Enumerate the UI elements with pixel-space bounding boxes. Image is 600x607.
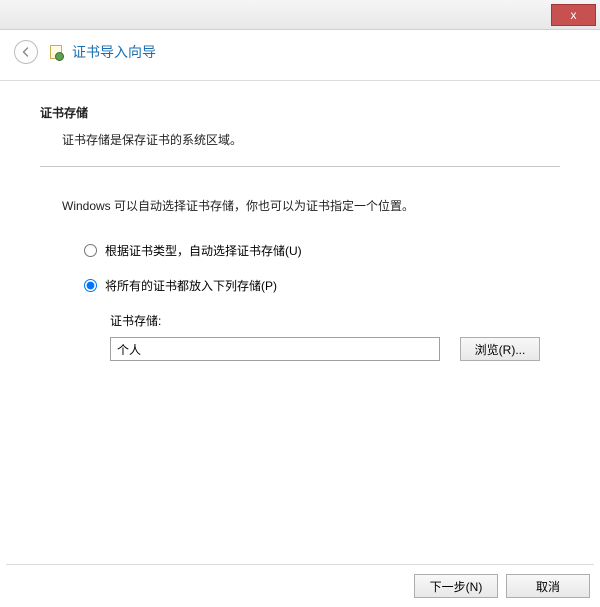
close-button[interactable]: x <box>551 4 596 26</box>
titlebar: x <box>0 0 600 30</box>
header-separator <box>0 80 600 81</box>
store-label: 证书存储: <box>110 312 560 329</box>
radio-place-all[interactable]: 将所有的证书都放入下列存储(P) <box>84 277 560 294</box>
radio-place-input[interactable] <box>84 279 97 292</box>
wizard-title: 证书导入向导 <box>72 42 156 62</box>
next-button[interactable]: 下一步(N) <box>414 574 498 598</box>
footer: 下一步(N) 取消 <box>6 564 594 598</box>
certificate-icon <box>48 44 64 60</box>
store-block: 证书存储: 浏览(R)... <box>110 312 560 361</box>
back-button[interactable] <box>14 40 38 64</box>
radio-place-label: 将所有的证书都放入下列存储(P) <box>105 277 277 294</box>
section-title: 证书存储 <box>40 104 560 121</box>
radio-auto-label: 根据证书类型，自动选择证书存储(U) <box>105 242 302 259</box>
info-text: Windows 可以自动选择证书存储，你也可以为证书指定一个位置。 <box>62 197 560 214</box>
store-input[interactable] <box>110 337 440 361</box>
cancel-button[interactable]: 取消 <box>506 574 590 598</box>
radio-auto-input[interactable] <box>84 244 97 257</box>
store-row: 浏览(R)... <box>110 337 560 361</box>
header-bar: 证书导入向导 <box>0 30 600 80</box>
content-area: 证书存储 证书存储是保存证书的系统区域。 Windows 可以自动选择证书存储，… <box>0 80 600 361</box>
divider <box>40 166 560 167</box>
browse-button[interactable]: 浏览(R)... <box>460 337 540 361</box>
arrow-left-icon <box>20 46 32 58</box>
section-desc: 证书存储是保存证书的系统区域。 <box>62 131 560 148</box>
radio-auto-select[interactable]: 根据证书类型，自动选择证书存储(U) <box>84 242 560 259</box>
